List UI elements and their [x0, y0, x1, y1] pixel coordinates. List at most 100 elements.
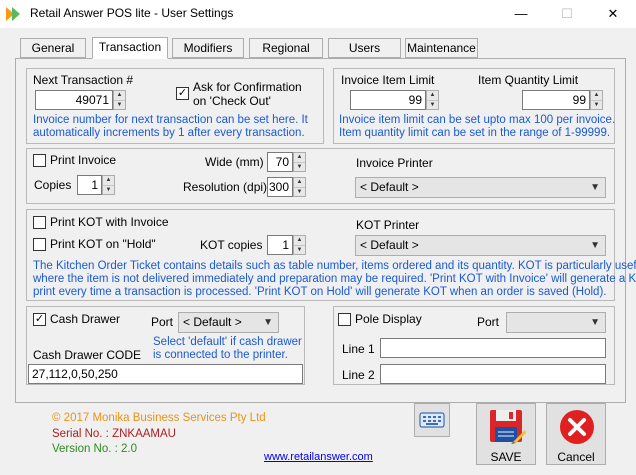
next-transaction-spinner[interactable]: ▲ ▼ — [113, 90, 126, 110]
pole-line2-label: Line 2 — [342, 368, 375, 382]
item-quantity-limit-label: Item Quantity Limit — [478, 73, 579, 87]
version-number: Version No. : 2.0 — [52, 443, 138, 455]
spin-down-icon[interactable]: ▼ — [427, 100, 438, 109]
tab-transaction[interactable]: Transaction — [92, 37, 168, 59]
serial-number: Serial No. : ZNKAAMAU — [52, 428, 176, 440]
cash-note-line1: Select 'default' if cash drawer — [153, 336, 302, 348]
pole-display-checkbox[interactable] — [338, 313, 351, 326]
copies-spinner[interactable]: ▲ ▼ — [102, 175, 115, 195]
print-invoice-checkbox[interactable] — [33, 154, 46, 167]
tab-general[interactable]: General — [20, 38, 86, 58]
print-kot-on-hold-label: Print KOT on "Hold" — [50, 237, 156, 251]
tab-users[interactable]: Users — [328, 38, 401, 58]
wide-mm-input[interactable]: 70 — [267, 152, 293, 172]
cancel-button-label: Cancel — [557, 450, 595, 464]
spin-down-icon[interactable]: ▼ — [114, 100, 125, 109]
kot-note-line2: where the item is not delivered immediat… — [33, 273, 636, 285]
spin-up-icon[interactable]: ▲ — [294, 178, 305, 187]
confirm-checkout-label-line1: Ask for Confirmation — [193, 80, 302, 94]
kot-copies-spinner[interactable]: ▲ ▼ — [293, 235, 306, 255]
spin-down-icon[interactable]: ▼ — [294, 187, 305, 196]
resolution-input[interactable]: 300 — [267, 177, 293, 197]
pole-port-select[interactable]: ▼ — [506, 312, 606, 333]
keyboard-button[interactable] — [414, 403, 450, 437]
confirm-checkout-label-line2: on 'Check Out' — [193, 94, 271, 108]
invoice-item-limit-label: Invoice Item Limit — [341, 73, 435, 87]
chevron-down-icon[interactable]: ▼ — [263, 313, 273, 332]
chevron-down-icon[interactable]: ▼ — [590, 236, 600, 255]
wide-mm-spinner[interactable]: ▲ ▼ — [293, 152, 306, 172]
copies-label: Copies — [34, 178, 72, 192]
tab-regional[interactable]: Regional — [249, 38, 323, 58]
kot-copies-label: KOT copies — [200, 238, 263, 252]
tab-maintenance[interactable]: Maintenance — [405, 38, 478, 58]
limits-note-line2: Item quantity limit can be set in the ra… — [339, 127, 611, 139]
invoice-printer-label: Invoice Printer — [356, 156, 433, 170]
invoice-printer-select[interactable]: < Default > ▼ — [355, 177, 606, 198]
close-window-button[interactable]: ✕ — [590, 0, 636, 28]
kot-printer-select[interactable]: < Default > ▼ — [355, 235, 606, 256]
print-kot-on-hold-checkbox[interactable] — [33, 238, 46, 251]
kot-note-line1: The Kitchen Order Ticket contains detail… — [33, 260, 636, 272]
resolution-label: Resolution (dpi) — [183, 180, 268, 194]
spin-up-icon[interactable]: ▲ — [591, 91, 602, 100]
pole-line1-label: Line 1 — [342, 342, 375, 356]
print-invoice-label: Print Invoice — [50, 153, 117, 167]
save-button-label: SAVE — [490, 450, 522, 464]
confirm-checkout-checkbox[interactable]: ✓ — [176, 87, 189, 100]
cash-port-label: Port — [151, 315, 174, 329]
kot-printer-value: < Default > — [360, 238, 419, 252]
spin-up-icon[interactable]: ▲ — [294, 153, 305, 162]
kot-printer-label: KOT Printer — [356, 218, 420, 232]
pole-port-label: Port — [477, 315, 500, 329]
item-quantity-limit-input[interactable]: 99 — [522, 90, 590, 110]
limits-note-line1: Invoice item limit can be set upto max 1… — [339, 114, 616, 126]
cash-port-select[interactable]: < Default > ▼ — [178, 312, 279, 333]
kot-copies-input[interactable]: 1 — [267, 235, 293, 255]
spin-up-icon[interactable]: ▲ — [114, 91, 125, 100]
chevron-down-icon[interactable]: ▼ — [590, 178, 600, 197]
save-disk-icon — [490, 410, 526, 444]
pole-line2-input[interactable] — [380, 364, 606, 384]
cancel-button[interactable]: Cancel — [546, 403, 606, 465]
spin-up-icon[interactable]: ▲ — [103, 176, 114, 185]
print-kot-with-invoice-label: Print KOT with Invoice — [50, 215, 169, 229]
copies-input[interactable]: 1 — [77, 175, 102, 195]
invoice-printer-value: < Default > — [360, 180, 419, 194]
transaction-note-line2: automatically increments by 1 after ever… — [33, 127, 305, 139]
invoice-item-limit-input[interactable]: 99 — [350, 90, 426, 110]
app-icon — [6, 7, 20, 21]
cash-drawer-code-input[interactable]: 27,112,0,50,250 — [28, 364, 303, 384]
cash-note-line2: is connected to the printer. — [153, 349, 288, 361]
pole-line1-input[interactable] — [380, 338, 606, 358]
spin-up-icon[interactable]: ▲ — [427, 91, 438, 100]
website-link[interactable]: www.retailanswer.com — [264, 451, 373, 463]
spin-down-icon[interactable]: ▼ — [294, 245, 305, 254]
next-transaction-label: Next Transaction # — [33, 73, 134, 87]
maximize-button[interactable]: ☐ — [544, 0, 590, 28]
spin-down-icon[interactable]: ▼ — [294, 162, 305, 171]
cash-drawer-code-label: Cash Drawer CODE — [33, 348, 142, 362]
transaction-note-line1: Invoice number for next transaction can … — [33, 114, 308, 126]
print-kot-with-invoice-checkbox[interactable] — [33, 216, 46, 229]
resolution-spinner[interactable]: ▲ ▼ — [293, 177, 306, 197]
cancel-x-icon — [560, 410, 594, 444]
kot-note-line3: print every time a transaction is proces… — [33, 286, 607, 298]
minimize-button[interactable]: — — [498, 0, 544, 28]
save-button[interactable]: SAVE — [476, 403, 536, 465]
keyboard-icon — [419, 412, 445, 428]
tab-modifiers[interactable]: Modifiers — [172, 38, 244, 58]
wide-mm-label: Wide (mm) — [205, 155, 264, 169]
pole-display-label: Pole Display — [355, 312, 422, 326]
copyright-text: © 2017 Monika Business Services Pty Ltd — [52, 412, 266, 424]
item-quantity-limit-spinner[interactable]: ▲ ▼ — [590, 90, 603, 110]
cash-drawer-checkbox[interactable]: ✓ — [33, 313, 46, 326]
spin-up-icon[interactable]: ▲ — [294, 236, 305, 245]
spin-down-icon[interactable]: ▼ — [103, 185, 114, 194]
next-transaction-input[interactable]: 49071 — [35, 90, 113, 110]
spin-down-icon[interactable]: ▼ — [591, 100, 602, 109]
cash-drawer-label: Cash Drawer — [50, 312, 121, 326]
window-title: Retail Answer POS lite - User Settings — [30, 6, 234, 20]
invoice-item-limit-spinner[interactable]: ▲ ▼ — [426, 90, 439, 110]
chevron-down-icon[interactable]: ▼ — [590, 313, 600, 332]
